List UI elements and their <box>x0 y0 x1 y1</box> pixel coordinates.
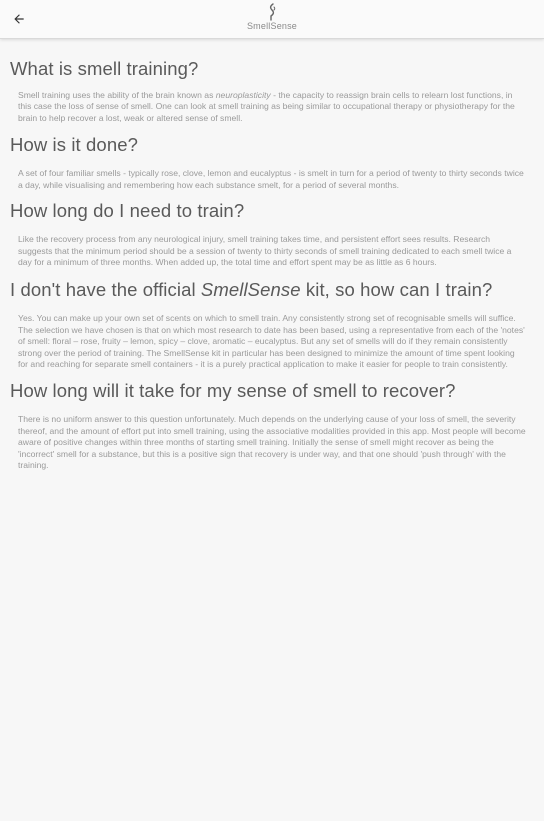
section-heading: How long will it take for my sense of sm… <box>10 380 456 402</box>
section-body: There is no uniform answer to this quest… <box>18 414 526 471</box>
heading-emphasis: SmellSense <box>200 279 301 301</box>
brand: SmellSense <box>0 3 544 31</box>
section-body: Yes. You can make up your own set of sce… <box>18 313 525 370</box>
section-body: Like the recovery process from any neuro… <box>18 234 512 268</box>
faq-section-recovery-time: How long will it take for my sense of sm… <box>0 379 544 471</box>
heading-text-part: kit, so how can I train? <box>300 279 493 301</box>
section-heading: How long do I need to train? <box>10 200 245 222</box>
section-heading: How is it done? <box>10 134 138 156</box>
faq-section-how-long-train: How long do I need to train? Like the re… <box>0 199 544 268</box>
app-bar: SmellSense <box>0 0 544 39</box>
smellsense-logo-icon <box>269 3 276 21</box>
heading-text-part: I don't have the official <box>10 279 201 301</box>
section-heading: What is smell training? <box>10 58 199 79</box>
faq-section-how-done: How is it done? A set of four familiar s… <box>0 133 544 190</box>
emphasis-text: neuroplasticity <box>215 90 271 100</box>
faq-content: What is smell training? Smell training u… <box>0 39 544 821</box>
section-heading: I don't have the official SmellSense kit… <box>10 278 534 302</box>
section-body: A set of four familiar smells - typicall… <box>18 168 524 190</box>
body-text-part: Smell training uses the ability of the b… <box>18 90 216 100</box>
faq-section-no-kit: I don't have the official SmellSense kit… <box>0 278 544 370</box>
app-title: SmellSense <box>246 21 298 31</box>
section-body: Smell training uses the ability of the b… <box>10 90 534 124</box>
faq-section-what-is: What is smell training? Smell training u… <box>0 57 544 124</box>
